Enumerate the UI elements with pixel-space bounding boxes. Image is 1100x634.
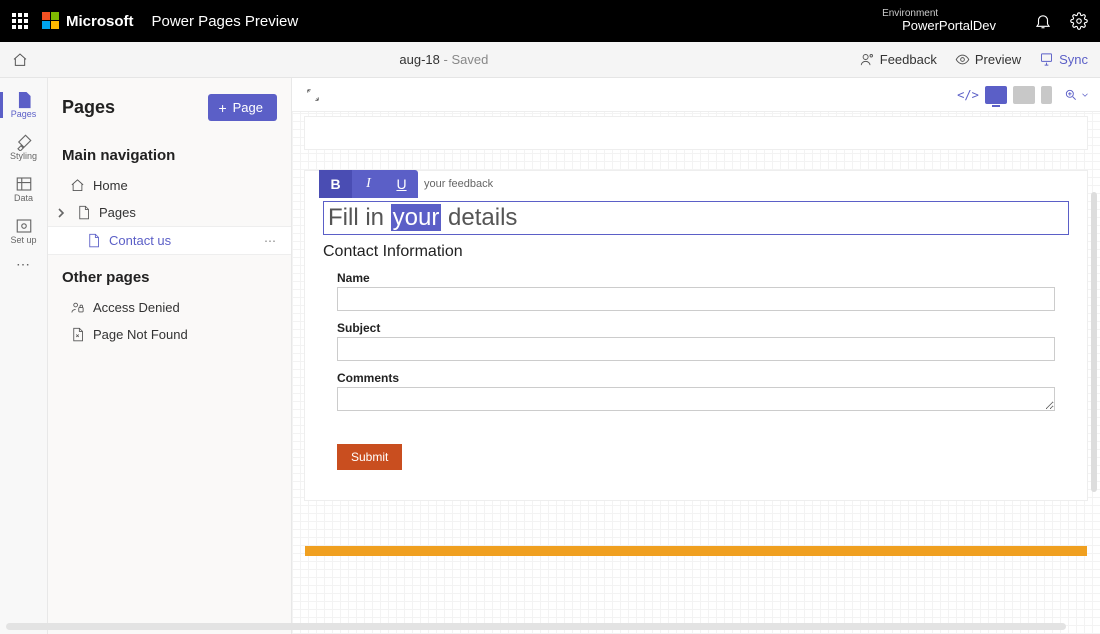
window-scrollbar-horizontal[interactable]: [6, 623, 1066, 630]
rail-setup[interactable]: Set up: [0, 210, 48, 252]
app-launcher-icon[interactable]: [12, 13, 28, 29]
environment-picker[interactable]: Environment PowerPortalDev: [882, 8, 996, 33]
lock-person-icon: [70, 300, 85, 315]
pages-panel-title: Pages: [62, 97, 115, 118]
zoom-icon: [1064, 88, 1078, 102]
nav-home[interactable]: Home: [48, 172, 291, 199]
rail-more[interactable]: ⋯: [16, 256, 31, 273]
environment-name: PowerPortalDev: [902, 19, 996, 33]
canvas-toolbar: </>: [292, 78, 1100, 112]
italic-button[interactable]: I: [352, 170, 385, 198]
product-title: Power Pages Preview: [152, 13, 299, 30]
field-comments-label: Comments: [337, 371, 1055, 385]
desktop-view-button[interactable]: [985, 86, 1007, 104]
zoom-button[interactable]: [1064, 88, 1090, 102]
preview-button[interactable]: Preview: [955, 52, 1021, 67]
field-name: Name: [323, 271, 1069, 311]
field-name-input[interactable]: [337, 287, 1055, 311]
page-icon: [76, 205, 91, 220]
tablet-view-button[interactable]: [1013, 86, 1035, 104]
expand-icon[interactable]: [302, 84, 324, 106]
form-subheading: Contact Information: [323, 243, 1069, 261]
design-canvas: </> B I U your feedback: [292, 78, 1100, 634]
underline-button[interactable]: U: [385, 170, 418, 198]
page-missing-icon: [70, 327, 85, 342]
chevron-right-icon: [56, 208, 66, 218]
microsoft-tiles-icon: [42, 12, 60, 30]
page-icon: [86, 233, 101, 248]
canvas-scrollbar-vertical[interactable]: [1091, 192, 1097, 492]
sync-icon: [1039, 52, 1054, 67]
submit-button[interactable]: Submit: [337, 444, 402, 470]
section-other-pages: Other pages: [48, 255, 291, 294]
feedback-icon: [860, 52, 875, 67]
home-icon: [70, 178, 85, 193]
selected-text: your: [391, 204, 442, 231]
field-subject-label: Subject: [337, 321, 1055, 335]
field-subject: Subject: [323, 321, 1069, 361]
canvas-viewport[interactable]: B I U your feedback Fill in your details…: [292, 112, 1100, 634]
text-format-toolbar: B I U your feedback: [319, 170, 493, 198]
left-rail: Pages Styling Data Set up ⋯: [0, 78, 48, 634]
phone-view-button[interactable]: [1041, 86, 1052, 104]
notifications-icon[interactable]: [1034, 12, 1052, 30]
field-comments: Comments: [323, 371, 1069, 416]
breadcrumb: aug-18 - Saved: [28, 52, 860, 67]
settings-gear-icon[interactable]: [1070, 12, 1088, 30]
code-view-button[interactable]: </>: [957, 86, 979, 104]
nav-page-not-found[interactable]: Page Not Found: [48, 321, 291, 348]
section-main-nav: Main navigation: [48, 133, 291, 172]
nav-pages-group[interactable]: Pages: [48, 199, 291, 226]
microsoft-logo: Microsoft: [42, 12, 134, 30]
rail-pages[interactable]: Pages: [0, 84, 48, 126]
feedback-button[interactable]: Feedback: [860, 52, 937, 67]
preview-icon: [955, 52, 970, 67]
section-block[interactable]: [304, 116, 1088, 150]
form-section[interactable]: B I U your feedback Fill in your details…: [304, 170, 1088, 501]
toolbar-context-label: your feedback: [424, 178, 493, 190]
bold-button[interactable]: B: [319, 170, 352, 198]
nav-contact-us[interactable]: Contact us ⋯: [48, 226, 291, 255]
field-comments-input[interactable]: [337, 387, 1055, 411]
pages-icon: [15, 91, 33, 109]
plus-icon: +: [218, 101, 226, 115]
nav-access-denied[interactable]: Access Denied: [48, 294, 291, 321]
home-crumb-icon[interactable]: [12, 52, 28, 68]
chevron-down-icon: [1080, 88, 1090, 102]
add-page-button[interactable]: + Page: [208, 94, 277, 121]
pages-panel: Pages + Page Main navigation Home Pages …: [48, 78, 292, 634]
breadcrumb-status: Saved: [451, 52, 488, 67]
field-subject-input[interactable]: [337, 337, 1055, 361]
data-icon: [15, 175, 33, 193]
footer-accent-strip: [305, 546, 1087, 556]
nav-item-more-icon[interactable]: ⋯: [264, 234, 277, 248]
environment-icon: [882, 19, 896, 33]
rail-styling[interactable]: Styling: [0, 126, 48, 168]
setup-icon: [15, 217, 33, 235]
microsoft-text: Microsoft: [66, 13, 134, 30]
rail-data[interactable]: Data: [0, 168, 48, 210]
breadcrumb-page: aug-18: [399, 52, 439, 67]
global-header: Microsoft Power Pages Preview Environmen…: [0, 0, 1100, 42]
styling-icon: [15, 133, 33, 151]
field-name-label: Name: [337, 271, 1055, 285]
sync-button[interactable]: Sync: [1039, 52, 1088, 67]
workspace: Pages Styling Data Set up ⋯ Pages + Page…: [0, 78, 1100, 634]
command-bar: aug-18 - Saved Feedback Preview Sync: [0, 42, 1100, 78]
editable-heading[interactable]: Fill in your details: [323, 201, 1069, 235]
